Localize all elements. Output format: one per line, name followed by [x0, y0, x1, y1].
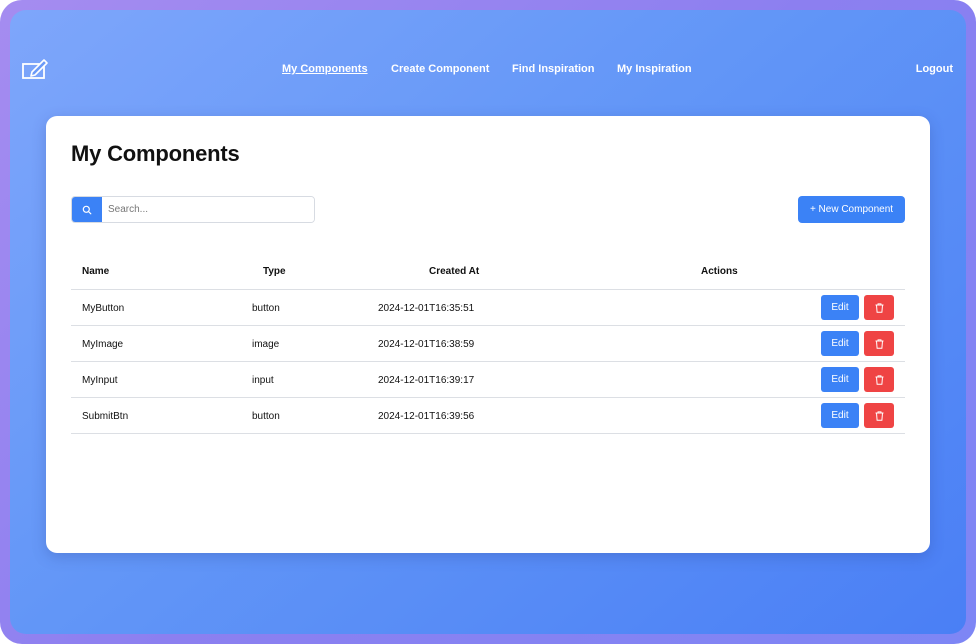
- header-actions: Actions: [701, 266, 738, 277]
- delete-button[interactable]: [864, 331, 894, 356]
- new-component-button[interactable]: + New Component: [798, 196, 905, 223]
- table-row: MyImage image 2024-12-01T16:38:59 Edit: [71, 326, 905, 362]
- cell-type: input: [252, 375, 274, 386]
- trash-icon: [875, 410, 883, 421]
- cell-created-at: 2024-12-01T16:39:56: [378, 411, 475, 422]
- edit-button[interactable]: Edit: [821, 295, 859, 320]
- table-row: MyButton button 2024-12-01T16:35:51 Edit: [71, 290, 905, 326]
- search-input[interactable]: [102, 197, 314, 222]
- header-created-at: Created At: [429, 266, 480, 277]
- delete-button[interactable]: [864, 295, 894, 320]
- trash-icon: [875, 338, 883, 349]
- header-name: Name: [82, 266, 110, 277]
- delete-button[interactable]: [864, 403, 894, 428]
- app-screen: My Components Create Component Find Insp…: [10, 10, 966, 634]
- nav-create-component[interactable]: Create Component: [391, 63, 489, 75]
- cell-created-at: 2024-12-01T16:39:17: [378, 375, 475, 386]
- components-table: Name Type Created At Actions MyButton bu…: [71, 259, 905, 434]
- edit-button[interactable]: Edit: [821, 331, 859, 356]
- trash-icon: [875, 374, 883, 385]
- nav-my-inspiration[interactable]: My Inspiration: [617, 63, 692, 75]
- table-row: SubmitBtn button 2024-12-01T16:39:56 Edi…: [71, 398, 905, 434]
- cell-name: MyInput: [82, 375, 118, 386]
- search-icon: [82, 205, 92, 214]
- trash-icon: [875, 302, 883, 313]
- cell-name: MyButton: [82, 303, 125, 314]
- table-header: Name Type Created At Actions: [71, 259, 905, 290]
- header-type: Type: [263, 266, 286, 277]
- nav-my-components[interactable]: My Components: [282, 63, 368, 75]
- table-row: MyInput input 2024-12-01T16:39:17 Edit: [71, 362, 905, 398]
- main-nav: My Components Create Component Find Insp…: [10, 63, 966, 79]
- cell-type: button: [252, 411, 280, 422]
- cell-name: SubmitBtn: [82, 411, 129, 422]
- cell-name: MyImage: [82, 339, 124, 350]
- components-card: My Components + New Component Name Type …: [46, 116, 930, 553]
- nav-find-inspiration[interactable]: Find Inspiration: [512, 63, 595, 75]
- cell-created-at: 2024-12-01T16:35:51: [378, 303, 475, 314]
- page-title: My Components: [71, 141, 240, 166]
- search-bar: [71, 196, 315, 223]
- delete-button[interactable]: [864, 367, 894, 392]
- edit-button[interactable]: Edit: [821, 367, 859, 392]
- cell-created-at: 2024-12-01T16:38:59: [378, 339, 475, 350]
- logout-link[interactable]: Logout: [916, 63, 953, 75]
- device-frame: My Components Create Component Find Insp…: [0, 0, 976, 644]
- edit-button[interactable]: Edit: [821, 403, 859, 428]
- search-button[interactable]: [72, 197, 102, 222]
- cell-type: image: [252, 339, 280, 350]
- cell-type: button: [252, 303, 280, 314]
